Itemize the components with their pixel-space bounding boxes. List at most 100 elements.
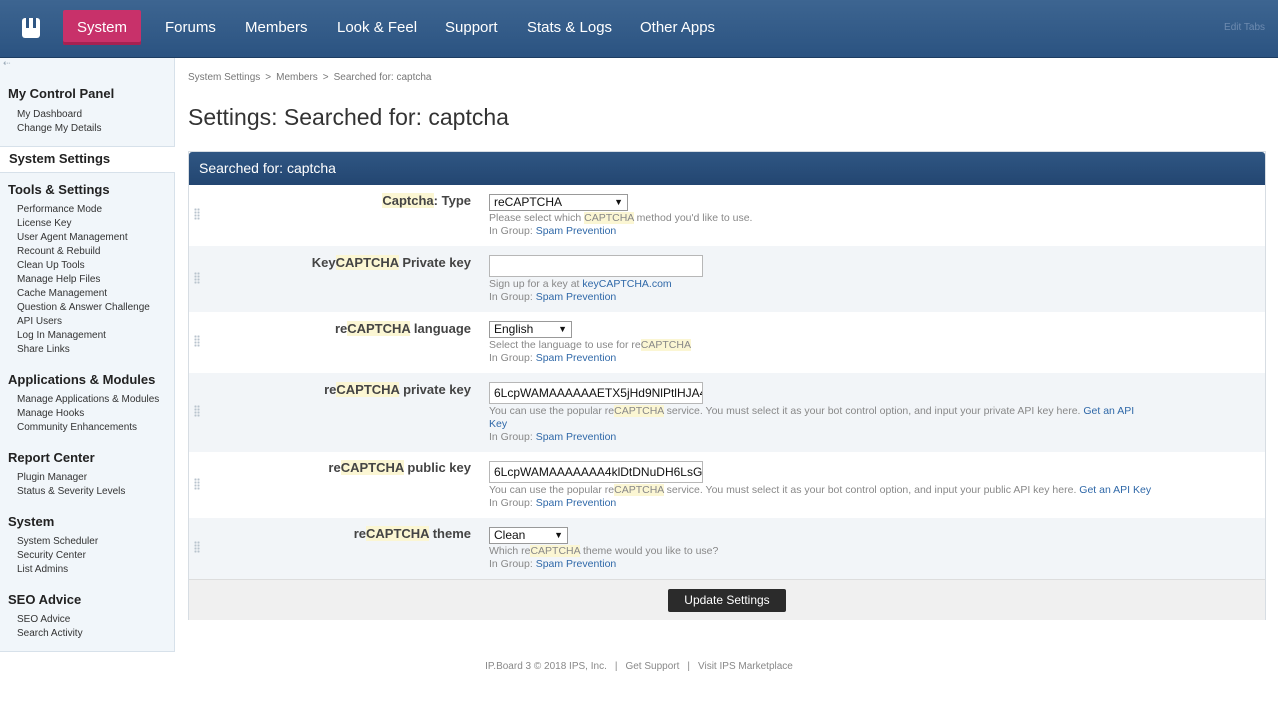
- group-link[interactable]: Spam Prevention: [536, 225, 617, 237]
- sidebar-item-manage-applications[interactable]: Manage Applications & Modules: [17, 394, 159, 405]
- sidebar-item-search-activity[interactable]: Search Activity: [17, 628, 83, 639]
- sidebar-item-manage-hooks[interactable]: Manage Hooks: [17, 408, 84, 419]
- captcha-type-select[interactable]: reCAPTCHA ▼: [489, 194, 628, 211]
- setting-group: In Group: Spam Prevention: [489, 431, 617, 443]
- sidebar-item-api-users[interactable]: API Users: [17, 316, 62, 327]
- form-footer: Update Settings: [189, 579, 1265, 620]
- get-support-link[interactable]: Get Support: [625, 661, 679, 672]
- sidebar-item-manage-help-files[interactable]: Manage Help Files: [17, 274, 100, 285]
- setting-label: reCAPTCHA private key: [324, 382, 471, 397]
- sidebar-heading-system: System: [8, 514, 55, 529]
- sidebar-item-system-settings[interactable]: System Settings: [0, 146, 175, 173]
- sidebar-item-performance-mode[interactable]: Performance Mode: [17, 204, 102, 215]
- recaptcha-language-select[interactable]: English ▼: [489, 321, 572, 338]
- tab-support[interactable]: Support: [443, 10, 500, 45]
- drag-handle-icon[interactable]: [194, 208, 200, 220]
- setting-group: In Group: Spam Prevention: [489, 558, 617, 570]
- setting-group: In Group: Spam Prevention: [489, 291, 617, 303]
- setting-group: In Group: Spam Prevention: [489, 497, 617, 509]
- collapse-sidebar-icon[interactable]: ⇠: [3, 58, 11, 69]
- page-title: Settings: Searched for: captcha: [188, 104, 509, 130]
- sidebar-item-label: System Settings: [9, 151, 111, 166]
- setting-group: In Group: Spam Prevention: [489, 225, 617, 237]
- tab-system[interactable]: System: [63, 10, 141, 45]
- tab-look-and-feel[interactable]: Look & Feel: [335, 10, 419, 45]
- group-link[interactable]: Spam Prevention: [536, 291, 617, 303]
- dropdown-arrow-icon: ▼: [554, 530, 563, 540]
- setting-row-recaptcha-public-key: reCAPTCHA public key 6LcpWAMAAAAAAA4klDt…: [189, 452, 1265, 518]
- app-logo-icon[interactable]: [22, 18, 40, 38]
- drag-handle-icon[interactable]: [194, 405, 200, 417]
- drag-handle-icon[interactable]: [194, 478, 200, 490]
- sidebar-item-status-severity-levels[interactable]: Status & Severity Levels: [17, 486, 125, 497]
- setting-row-recaptcha-language: reCAPTCHA language English ▼ Select the l…: [189, 312, 1265, 373]
- panel-title: Searched for: captcha: [189, 152, 1265, 185]
- sidebar-item-recount-rebuild[interactable]: Recount & Rebuild: [17, 246, 100, 257]
- keycaptcha-link[interactable]: keyCAPTCHA.com: [582, 278, 671, 290]
- setting-description: Select the language to use for reCAPTCHA: [489, 339, 691, 351]
- sidebar-item-cache-management[interactable]: Cache Management: [17, 288, 107, 299]
- sidebar-item-seo-advice[interactable]: SEO Advice: [17, 614, 70, 625]
- tab-stats-and-logs[interactable]: Stats & Logs: [525, 10, 614, 45]
- setting-row-keycaptcha-private-key: KeyCAPTCHA Private key Sign up for a key…: [189, 246, 1265, 312]
- sidebar-item-share-links[interactable]: Share Links: [17, 344, 70, 355]
- sidebar-item-clean-up-tools[interactable]: Clean Up Tools: [17, 260, 85, 271]
- sidebar-item-security-center[interactable]: Security Center: [17, 550, 86, 561]
- sidebar-item-plugin-manager[interactable]: Plugin Manager: [17, 472, 87, 483]
- sidebar-item-my-dashboard[interactable]: My Dashboard: [17, 109, 82, 120]
- visit-marketplace-link[interactable]: Visit IPS Marketplace: [698, 661, 793, 672]
- sidebar-item-question-answer-challenge[interactable]: Question & Answer Challenge: [17, 302, 150, 313]
- setting-description: Sign up for a key at keyCAPTCHA.com: [489, 278, 672, 290]
- dropdown-arrow-icon: ▼: [558, 324, 567, 334]
- page-footer: IP.Board 3 © 2018 IPS, Inc. | Get Support |…: [485, 661, 793, 672]
- setting-row-recaptcha-theme: reCAPTCHA theme Clean ▼ Which reCAPTCHA t…: [189, 518, 1265, 579]
- get-api-key-link[interactable]: Get an API Key: [1079, 484, 1151, 496]
- setting-description: You can use the popular reCAPTCHA servic…: [489, 405, 1135, 417]
- setting-description: You can use the popular reCAPTCHA servic…: [489, 484, 1152, 496]
- sidebar-item-change-my-details[interactable]: Change My Details: [17, 123, 101, 134]
- setting-row-recaptcha-private-key: reCAPTCHA private key 6LcpWAMAAAAAAETX5j…: [189, 373, 1265, 452]
- group-link[interactable]: Spam Prevention: [536, 497, 617, 509]
- recaptcha-public-key-input[interactable]: 6LcpWAMAAAAAAA4klDtDNuDH6LsG: [489, 461, 703, 483]
- update-settings-button[interactable]: Update Settings: [668, 589, 786, 612]
- edit-tabs-link[interactable]: Edit Tabs: [1224, 22, 1265, 33]
- breadcrumb-system-settings[interactable]: System Settings: [188, 72, 260, 83]
- breadcrumb-current: Searched for: captcha: [333, 72, 432, 83]
- drag-handle-icon[interactable]: [194, 335, 200, 347]
- sidebar-item-license-key[interactable]: License Key: [17, 218, 71, 229]
- sidebar-heading-report-center: Report Center: [8, 450, 95, 465]
- dropdown-arrow-icon: ▼: [614, 197, 623, 207]
- sidebar-item-community-enhancements[interactable]: Community Enhancements: [17, 422, 137, 433]
- keycaptcha-private-key-input[interactable]: [489, 255, 703, 277]
- drag-handle-icon[interactable]: [194, 541, 200, 553]
- setting-label: reCAPTCHA theme: [353, 526, 471, 541]
- recaptcha-theme-select[interactable]: Clean ▼: [489, 527, 568, 544]
- breadcrumb-members[interactable]: Members: [276, 72, 318, 83]
- sidebar-heading-applications-modules: Applications & Modules: [8, 372, 156, 387]
- tab-members[interactable]: Members: [243, 10, 310, 45]
- top-nav-bar: System Forums Members Look & Feel Suppor…: [0, 0, 1278, 58]
- setting-label: reCAPTCHA public key: [328, 460, 471, 475]
- sidebar-item-user-agent-management[interactable]: User Agent Management: [17, 232, 128, 243]
- breadcrumb: System Settings > Members > Searched for: ca…: [188, 72, 432, 83]
- sidebar-item-system-scheduler[interactable]: System Scheduler: [17, 536, 98, 547]
- tab-forums[interactable]: Forums: [163, 10, 218, 45]
- sidebar-item-list-admins[interactable]: List Admins: [17, 564, 68, 575]
- drag-handle-icon[interactable]: [194, 272, 200, 284]
- group-link[interactable]: Spam Prevention: [536, 431, 617, 443]
- get-api-key-link[interactable]: Get an API: [1083, 405, 1134, 417]
- group-link[interactable]: Spam Prevention: [536, 558, 617, 570]
- sidebar-item-log-in-management[interactable]: Log In Management: [17, 330, 106, 341]
- tab-other-apps[interactable]: Other Apps: [638, 10, 717, 45]
- setting-description-wrap: Key: [489, 418, 507, 431]
- setting-description: Which reCAPTCHA theme would you like to …: [489, 545, 719, 557]
- copyright-text: IP.Board 3 © 2018 IPS, Inc.: [485, 661, 607, 672]
- recaptcha-private-key-input[interactable]: 6LcpWAMAAAAAAETX5jHd9NlPtlHJA4: [489, 382, 703, 404]
- setting-description: Please select which CAPTCHA method you'd…: [489, 212, 753, 224]
- setting-label: reCAPTCHA language: [334, 321, 471, 336]
- sidebar-heading-tools-settings: Tools & Settings: [8, 182, 110, 197]
- group-link[interactable]: Spam Prevention: [536, 352, 617, 364]
- get-api-key-link-wrap[interactable]: Key: [489, 418, 507, 430]
- sidebar: ⇠ My Control Panel My Dashboard Change M…: [0, 58, 175, 652]
- setting-row-captcha-type: Captcha: Type reCAPTCHA ▼ Please select w…: [189, 185, 1265, 246]
